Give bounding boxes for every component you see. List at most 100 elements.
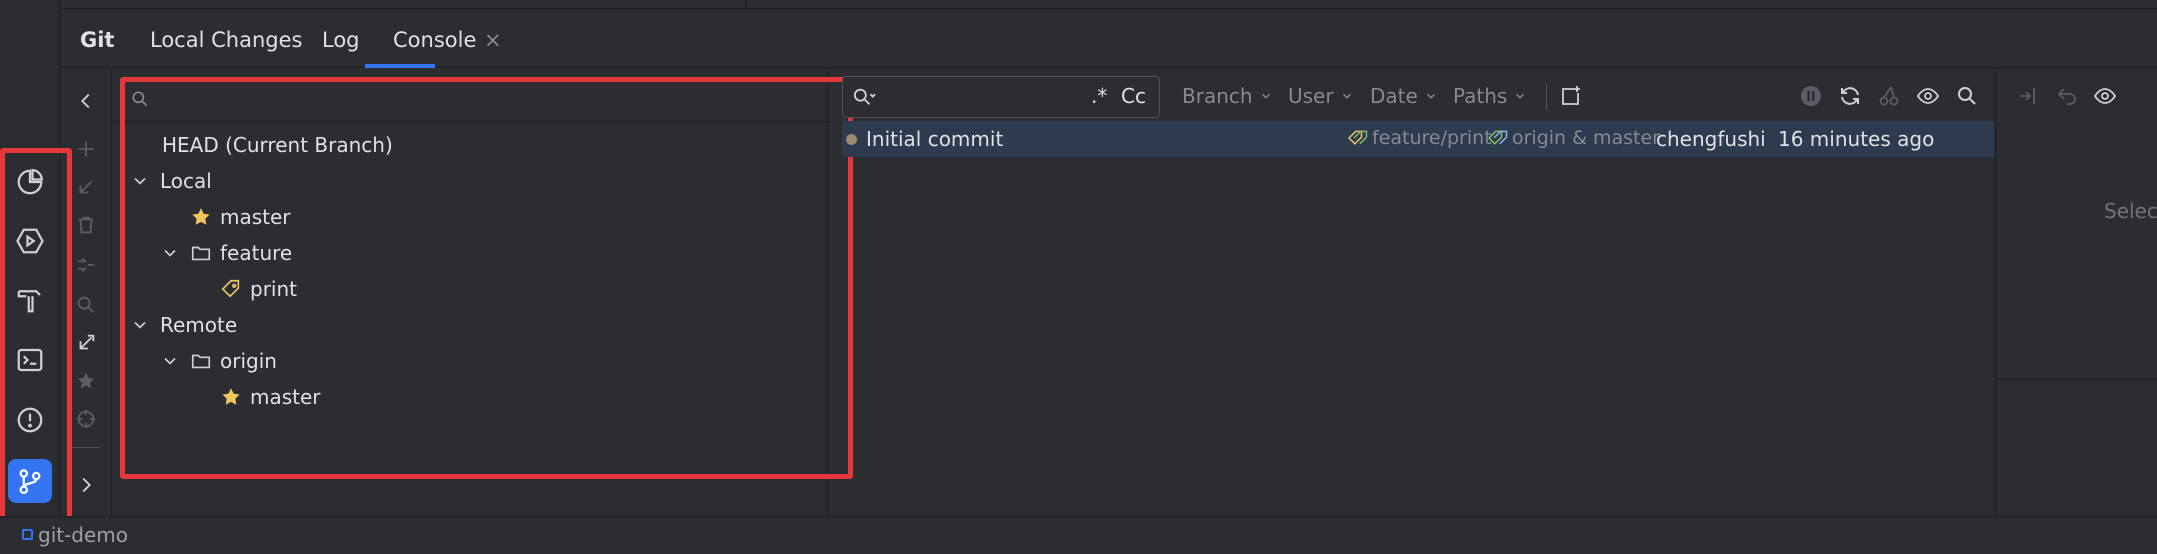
tag-icon bbox=[221, 279, 240, 298]
tab-console[interactable]: Console bbox=[393, 28, 476, 52]
user-filter[interactable]: User bbox=[1288, 84, 1354, 108]
top-strip bbox=[60, 0, 2157, 9]
run-services-icon[interactable] bbox=[8, 219, 52, 263]
branch-filter[interactable]: Branch bbox=[1182, 84, 1273, 108]
commit-author: chengfushi bbox=[1656, 127, 1766, 151]
tree-local-master-label: master bbox=[220, 205, 291, 229]
star-icon[interactable] bbox=[72, 367, 100, 395]
delete-icon[interactable] bbox=[72, 211, 100, 239]
top-separator bbox=[745, 0, 747, 9]
tag-icon bbox=[1347, 130, 1368, 145]
tool-window-tab-bar: Git Local Changes Log Console × bbox=[60, 10, 2157, 68]
pie-chart-icon[interactable] bbox=[8, 160, 52, 204]
commit-details-panel: Select bbox=[1996, 69, 2157, 516]
log-search-input[interactable] bbox=[883, 83, 1063, 111]
tree-remote[interactable]: Remote bbox=[130, 310, 237, 340]
tree-print-label: print bbox=[250, 277, 297, 301]
tree-feature-folder[interactable]: feature bbox=[160, 238, 292, 268]
problems-icon[interactable] bbox=[8, 398, 52, 442]
match-case-toggle[interactable]: Cc bbox=[1121, 84, 1146, 108]
tag-icon bbox=[1487, 130, 1508, 145]
tree-origin-master[interactable]: master bbox=[220, 382, 321, 412]
chevron-down-icon[interactable] bbox=[160, 351, 180, 371]
ref-origin-label: origin & master bbox=[1512, 127, 1660, 149]
select-commit-hint: Select bbox=[2104, 199, 2157, 223]
chevron-down-icon[interactable] bbox=[160, 243, 180, 263]
ref-feature-print: feature/print bbox=[1346, 127, 1492, 149]
date-filter-label: Date bbox=[1370, 84, 1418, 108]
locate-icon[interactable] bbox=[72, 405, 100, 433]
tree-origin-label: origin bbox=[220, 349, 277, 373]
tab-local-changes[interactable]: Local Changes bbox=[150, 28, 302, 52]
branch-search-field[interactable] bbox=[112, 77, 828, 122]
log-search-field[interactable]: .* Cc bbox=[842, 76, 1160, 118]
regex-toggle[interactable]: .* bbox=[1091, 84, 1107, 108]
star-icon bbox=[222, 388, 240, 405]
table-row[interactable]: Initial commit feature/print origin & ma… bbox=[842, 121, 1994, 157]
eye-icon[interactable] bbox=[1913, 81, 1943, 111]
cherry-pick-icon[interactable] bbox=[1874, 81, 1904, 111]
add-icon[interactable] bbox=[72, 135, 100, 163]
chevron-down-icon bbox=[1342, 93, 1351, 99]
active-tab-indicator bbox=[365, 64, 435, 68]
branch-search-input[interactable] bbox=[156, 85, 796, 113]
ref-origin-master: origin & master bbox=[1486, 127, 1660, 149]
folder-icon bbox=[191, 354, 211, 369]
tree-feature-print[interactable]: print bbox=[220, 274, 297, 304]
tree-local-label: Local bbox=[160, 169, 212, 193]
build-hammer-icon[interactable] bbox=[8, 278, 52, 322]
revert-icon[interactable] bbox=[2052, 81, 2082, 111]
search-history-icon[interactable] bbox=[851, 86, 876, 108]
expand-arrow-icon[interactable] bbox=[72, 329, 100, 357]
git-branch-icon[interactable] bbox=[8, 459, 52, 503]
tree-head[interactable]: HEAD (Current Branch) bbox=[162, 130, 393, 160]
close-icon[interactable]: × bbox=[484, 28, 502, 52]
date-filter[interactable]: Date bbox=[1370, 84, 1438, 108]
commit-node-dot bbox=[846, 134, 857, 145]
log-panel: .* Cc Branch User Date Paths Initial com… bbox=[828, 69, 1996, 516]
tool-window-title: Git bbox=[80, 28, 115, 52]
chevron-down-icon[interactable] bbox=[130, 171, 150, 191]
tree-feature-label: feature bbox=[220, 241, 293, 265]
chevron-left-icon[interactable] bbox=[72, 87, 100, 115]
merge-icon[interactable] bbox=[72, 251, 100, 279]
tree-origin-folder[interactable]: origin bbox=[160, 346, 277, 376]
chevron-right-icon[interactable] bbox=[72, 471, 100, 499]
chevron-down-icon[interactable] bbox=[130, 315, 150, 335]
tree-head-label: HEAD (Current Branch) bbox=[162, 133, 393, 157]
eye-icon[interactable] bbox=[2090, 81, 2120, 111]
user-filter-label: User bbox=[1288, 84, 1334, 108]
folder-icon bbox=[191, 246, 211, 261]
toolbar-divider bbox=[1546, 83, 1547, 111]
toolbar-divider bbox=[72, 447, 100, 448]
paths-filter[interactable]: Paths bbox=[1453, 84, 1527, 108]
pause-icon[interactable] bbox=[1796, 81, 1826, 111]
commit-time: 16 minutes ago bbox=[1778, 127, 1935, 151]
new-tab-icon[interactable] bbox=[1556, 81, 1586, 111]
left-tool-strip bbox=[0, 0, 60, 516]
tree-local[interactable]: Local bbox=[130, 166, 212, 196]
ref-feature-label: feature/print bbox=[1372, 127, 1492, 149]
chevron-down-icon bbox=[1516, 93, 1525, 99]
project-name[interactable]: git-demo bbox=[38, 523, 128, 547]
branches-toolbar bbox=[60, 69, 112, 516]
chevron-down-icon bbox=[1426, 93, 1435, 99]
tab-log[interactable]: Log bbox=[322, 28, 360, 52]
search-icon[interactable] bbox=[1952, 81, 1982, 111]
tree-origin-master-label: master bbox=[250, 385, 321, 409]
search-icon[interactable] bbox=[72, 291, 100, 319]
branches-panel: HEAD (Current Branch) Local master featu… bbox=[112, 69, 828, 516]
terminal-icon[interactable] bbox=[8, 338, 52, 382]
search-icon bbox=[130, 89, 150, 109]
paths-filter-label: Paths bbox=[1453, 84, 1508, 108]
details-divider bbox=[1996, 379, 2157, 380]
tree-local-master[interactable]: master bbox=[190, 202, 291, 232]
tree-remote-label: Remote bbox=[160, 313, 238, 337]
star-icon bbox=[192, 208, 210, 225]
chevron-down-icon bbox=[1261, 93, 1270, 99]
merge-arrows-icon[interactable] bbox=[2014, 81, 2044, 111]
commit-message: Initial commit bbox=[866, 127, 1004, 151]
branch-filter-label: Branch bbox=[1182, 84, 1253, 108]
refresh-icon[interactable] bbox=[1835, 81, 1865, 111]
update-arrow-icon[interactable] bbox=[72, 173, 100, 201]
